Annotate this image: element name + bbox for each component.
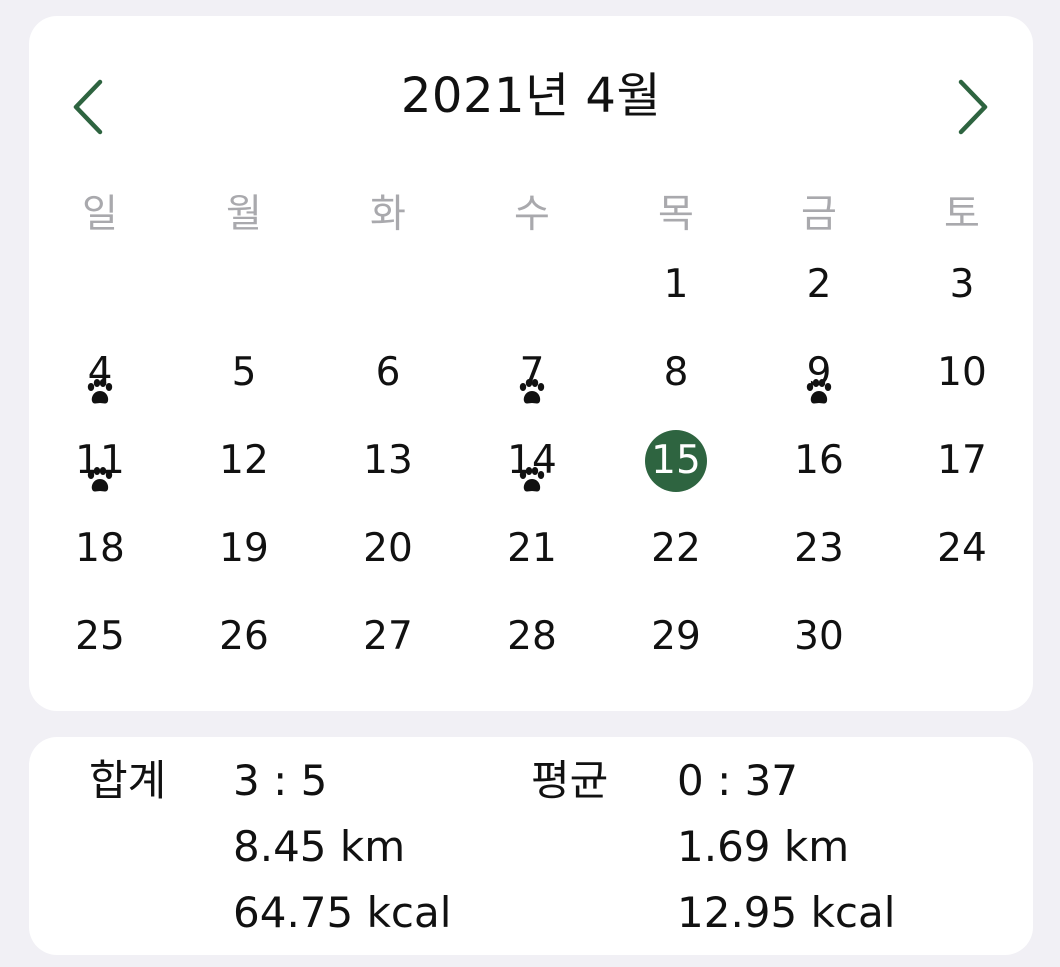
day-number: 12 bbox=[219, 438, 269, 483]
day-number: 21 bbox=[507, 526, 557, 571]
day-number: 20 bbox=[363, 526, 413, 571]
calendar-day[interactable]: 12 bbox=[194, 437, 294, 485]
calendar-day[interactable]: 20 bbox=[338, 525, 438, 573]
day-number: 24 bbox=[937, 526, 987, 571]
day-number: 6 bbox=[375, 350, 401, 395]
day-number: 1 bbox=[663, 262, 689, 307]
paw-print-icon bbox=[519, 379, 545, 404]
total-label: 합계 bbox=[89, 756, 167, 805]
calendar-day[interactable]: 21 bbox=[482, 525, 582, 573]
day-number: 25 bbox=[75, 614, 125, 659]
total-time: 3 : 5 bbox=[233, 756, 328, 805]
day-number: 19 bbox=[219, 526, 269, 571]
day-number: 8 bbox=[663, 350, 689, 395]
day-number: 27 bbox=[363, 614, 413, 659]
weekday-label: 월 bbox=[226, 192, 262, 237]
day-number: 22 bbox=[651, 526, 701, 571]
calendar-day[interactable]: 3 bbox=[912, 261, 1012, 309]
average-time: 0 : 37 bbox=[677, 756, 799, 805]
day-number: 26 bbox=[219, 614, 269, 659]
day-number: 15 bbox=[651, 438, 701, 483]
calendar-day[interactable]: 23 bbox=[769, 525, 869, 573]
calendar-day[interactable]: 28 bbox=[482, 613, 582, 661]
calendar-day[interactable]: 29 bbox=[626, 613, 726, 661]
calendar-day[interactable]: 16 bbox=[769, 437, 869, 485]
day-number: 23 bbox=[794, 526, 844, 571]
paw-print-icon bbox=[87, 467, 113, 492]
calendar-day[interactable]: 30 bbox=[769, 613, 869, 661]
weekday-label: 화 bbox=[370, 192, 406, 237]
calendar-day[interactable]: 8 bbox=[626, 349, 726, 397]
calendar-day[interactable]: 19 bbox=[194, 525, 294, 573]
calendar-day[interactable]: 25 bbox=[50, 613, 150, 661]
calendar-day[interactable]: 1 bbox=[626, 261, 726, 309]
weekday-label: 수 bbox=[514, 192, 550, 237]
calendar-day[interactable]: 24 bbox=[912, 525, 1012, 573]
calendar-day[interactable]: 15 bbox=[626, 430, 726, 492]
calendar-day[interactable]: 14 bbox=[482, 437, 582, 492]
calendar-day[interactable]: 13 bbox=[338, 437, 438, 485]
day-number: 17 bbox=[937, 438, 987, 483]
day-number: 13 bbox=[363, 438, 413, 483]
calendar-day[interactable]: 9 bbox=[769, 349, 869, 404]
calendar-card: 2021년 4월 일월화수목금토 1 2 3 4 5 6 7 8 9 10 11 12 13 14 15 16… bbox=[29, 16, 1033, 711]
day-number: 10 bbox=[937, 350, 987, 395]
summary-card: 합계 3 : 5 8.45 km 64.75 kcal 평균 0 : 37 1.… bbox=[29, 737, 1033, 955]
paw-print-icon bbox=[519, 467, 545, 492]
calendar-day[interactable]: 17 bbox=[912, 437, 1012, 485]
calendar-day[interactable]: 27 bbox=[338, 613, 438, 661]
weekday-label: 금 bbox=[801, 192, 837, 237]
month-title: 2021년 4월 bbox=[400, 68, 662, 124]
chevron-right-icon bbox=[958, 79, 988, 135]
calendar-day[interactable]: 26 bbox=[194, 613, 294, 661]
day-number: 30 bbox=[794, 614, 844, 659]
day-number: 18 bbox=[75, 526, 125, 571]
calendar-day[interactable]: 11 bbox=[50, 437, 150, 492]
day-number: 5 bbox=[231, 350, 257, 395]
calendar-day[interactable]: 18 bbox=[50, 525, 150, 573]
day-number: 2 bbox=[806, 262, 832, 307]
day-number: 29 bbox=[651, 614, 701, 659]
day-number: 16 bbox=[794, 438, 844, 483]
calendar-day[interactable]: 2 bbox=[769, 261, 869, 309]
next-month-button[interactable] bbox=[945, 72, 1001, 142]
weekday-label: 일 bbox=[82, 192, 118, 237]
weekday-label: 목 bbox=[658, 192, 694, 237]
total-calories: 64.75 kcal bbox=[233, 888, 452, 937]
calendar-day[interactable]: 4 bbox=[50, 349, 150, 404]
total-distance: 8.45 km bbox=[233, 822, 406, 871]
average-calories: 12.95 kcal bbox=[677, 888, 896, 937]
calendar-day[interactable]: 7 bbox=[482, 349, 582, 404]
average-distance: 1.69 km bbox=[677, 822, 850, 871]
paw-print-icon bbox=[806, 379, 832, 404]
paw-print-icon bbox=[87, 379, 113, 404]
day-number: 28 bbox=[507, 614, 557, 659]
calendar-day[interactable]: 6 bbox=[338, 349, 438, 397]
calendar-day[interactable]: 22 bbox=[626, 525, 726, 573]
average-label: 평균 bbox=[531, 756, 609, 805]
weekday-label: 토 bbox=[944, 192, 980, 237]
day-number: 3 bbox=[949, 262, 975, 307]
calendar-day[interactable]: 5 bbox=[194, 349, 294, 397]
calendar-day[interactable]: 10 bbox=[912, 349, 1012, 397]
